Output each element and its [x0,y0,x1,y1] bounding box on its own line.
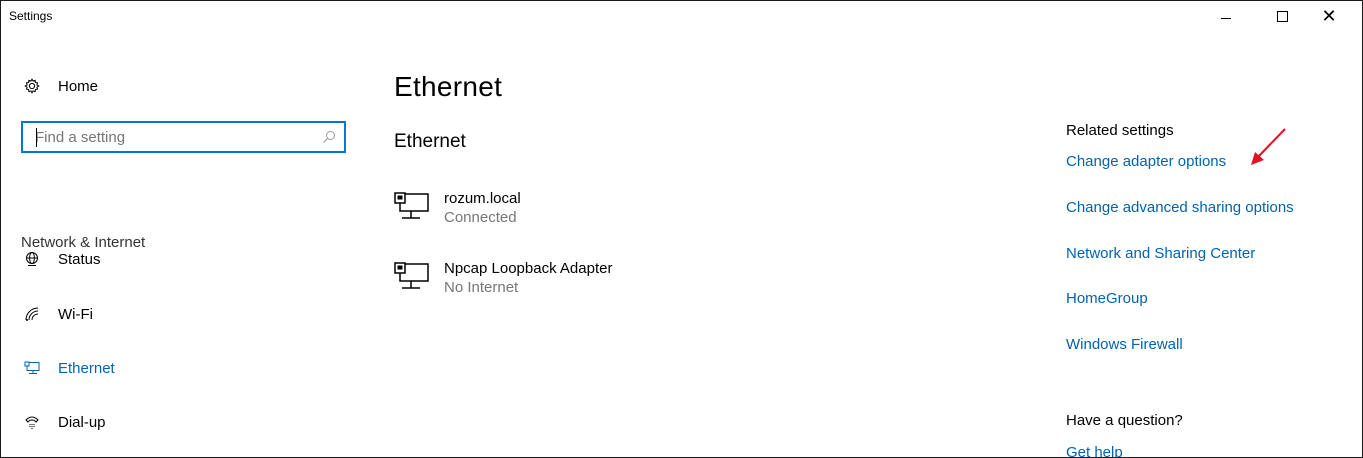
adapter-text: rozum.local Connected [444,189,521,227]
adapter-item[interactable]: rozum.local Connected [394,189,521,227]
adapter-item[interactable]: Npcap Loopback Adapter No Internet [394,259,612,297]
main-content: Ethernet Ethernet rozum.local Connected [394,31,994,457]
section-title: Ethernet [394,131,466,152]
sidebar-item-ethernet[interactable]: Ethernet [23,359,115,377]
search-icon[interactable] [314,130,344,144]
minimize-icon [1221,17,1231,19]
wifi-icon [23,305,41,323]
network-sharing-center-link[interactable]: Network and Sharing Center [1066,245,1255,262]
windows-firewall-link[interactable]: Windows Firewall [1066,336,1183,353]
settings-window: Settings ✕ Home Network & Internet Statu… [0,0,1363,458]
adapter-name: rozum.local [444,190,521,207]
get-help-link[interactable]: Get help [1066,444,1123,457]
globe-icon [23,250,41,268]
search-box[interactable] [21,121,346,153]
related-settings: Related settings Change adapter options … [1066,31,1356,457]
gear-icon [23,77,41,95]
sidebar-item-label: Dial-up [58,413,106,431]
sidebar-item-label: Home [58,77,99,95]
page-title: Ethernet [394,71,503,102]
ethernet-adapter-icon [394,192,429,219]
close-button[interactable]: ✕ [1306,1,1352,31]
maximize-button[interactable] [1259,1,1305,31]
sidebar-item-label: Status [58,250,101,268]
homegroup-link[interactable]: HomeGroup [1066,290,1148,307]
text-caret [36,128,37,147]
question-heading: Have a question? [1066,412,1183,429]
ethernet-adapter-icon [394,262,429,289]
title-bar: Settings ✕ [1,1,1362,31]
sidebar-item-home[interactable]: Home [23,77,98,95]
adapter-status: No Internet [444,279,519,296]
maximize-icon [1276,10,1288,22]
annotation-arrow-icon [1251,128,1286,165]
sidebar-item-status[interactable]: Status [23,250,101,268]
dialup-icon [23,413,41,431]
window-title: Settings [9,9,53,23]
ethernet-icon [23,359,41,377]
section-label: Network & Internet [21,234,146,251]
sidebar: Home Network & Internet Status Wi-Fi [1,31,361,457]
adapter-text: Npcap Loopback Adapter No Internet [444,259,612,297]
sidebar-item-label: Ethernet [58,359,115,377]
change-advanced-sharing-link[interactable]: Change advanced sharing options [1066,199,1294,216]
related-settings-heading: Related settings [1066,122,1174,139]
minimize-button[interactable] [1203,1,1249,31]
search-input[interactable] [23,124,314,150]
adapter-status: Connected [444,209,517,226]
sidebar-item-wifi[interactable]: Wi-Fi [23,305,93,323]
sidebar-item-label: Wi-Fi [58,305,93,323]
sidebar-item-dialup[interactable]: Dial-up [23,413,106,431]
close-icon: ✕ [1321,6,1337,26]
adapter-name: Npcap Loopback Adapter [444,260,613,277]
change-adapter-options-link[interactable]: Change adapter options [1066,153,1226,170]
